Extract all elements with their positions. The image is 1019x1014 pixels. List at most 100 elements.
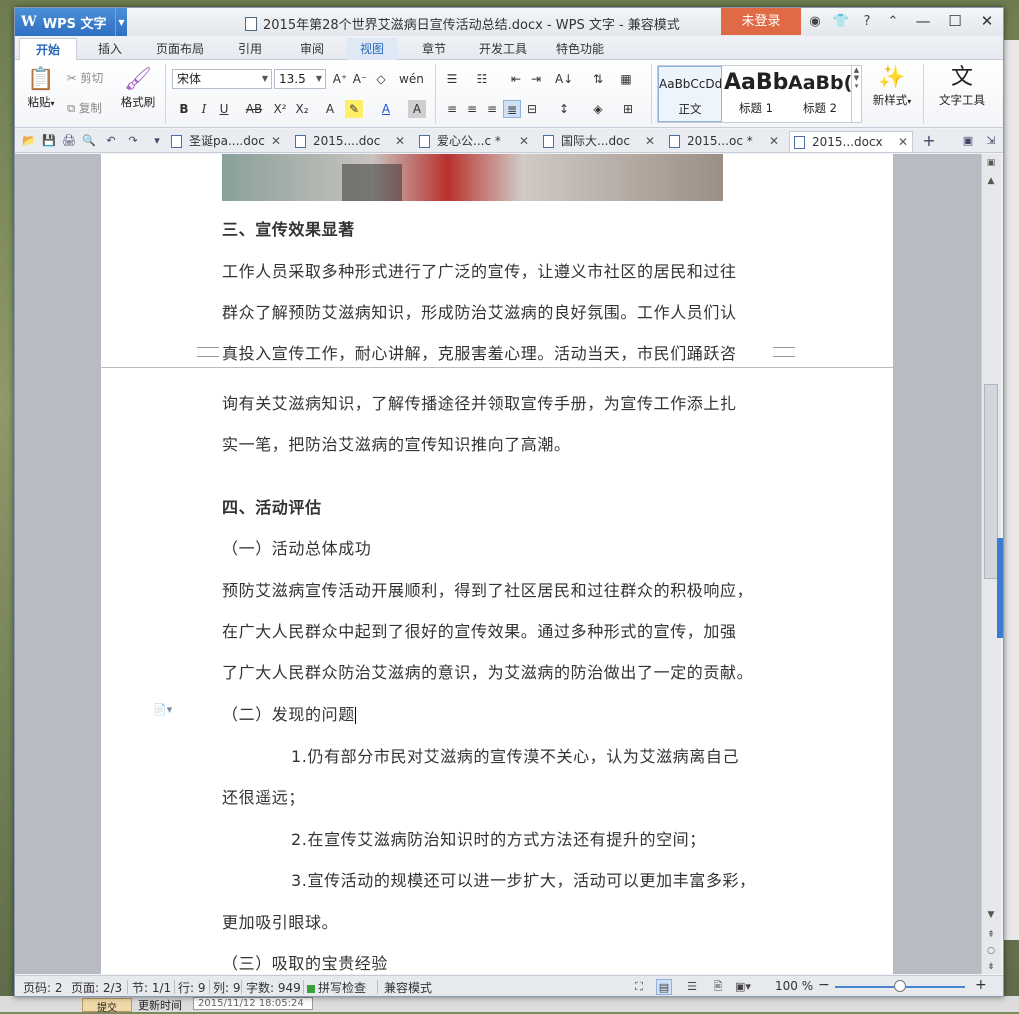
clear-format-icon[interactable]: ◇ xyxy=(372,70,390,88)
outline-view-icon[interactable]: ☰ xyxy=(684,979,700,995)
open-icon[interactable]: 📂 xyxy=(21,133,37,149)
align-right-icon[interactable]: ≡ xyxy=(483,100,501,118)
document-canvas[interactable]: 三、宣传效果显著 工作人员采取多种形式进行了广泛的宣传，让遵义市社区的居民和过往… xyxy=(15,154,985,974)
doc-tab[interactable]: 爱心公...c * ✕ xyxy=(415,131,533,152)
tab-references[interactable]: 引用 xyxy=(225,38,275,60)
status-word-count[interactable]: 字数: 949 xyxy=(246,979,301,996)
copy-button[interactable]: ⧉ 复制 xyxy=(67,100,117,116)
format-painter-button[interactable]: 🖌 格式刷 xyxy=(117,66,159,110)
scroll-up-icon[interactable]: ▲ xyxy=(982,174,1000,188)
spell-check-status[interactable]: 拼写检查 xyxy=(307,979,366,996)
split-view-icon[interactable]: ▣ xyxy=(982,156,1000,170)
scrollbar-thumb[interactable] xyxy=(984,384,998,579)
previous-page-icon[interactable]: ⇞ xyxy=(982,928,1000,942)
tab-insert[interactable]: 插入 xyxy=(85,38,135,60)
tab-chapter[interactable]: 章节 xyxy=(409,38,459,60)
page-view-icon[interactable]: ▤ xyxy=(656,979,672,995)
status-page-code[interactable]: 页码: 2 xyxy=(23,979,63,996)
select-browse-object-icon[interactable]: ○ xyxy=(982,944,1000,958)
style-gallery-scroll[interactable]: ▲ ▼ ▾ xyxy=(851,66,861,122)
doc-tab-active[interactable]: 2015...docx ✕ xyxy=(789,131,913,152)
save-icon[interactable]: 💾 xyxy=(41,133,57,149)
align-left-icon[interactable]: ≡ xyxy=(443,100,461,118)
text-direction-icon[interactable]: A↓ xyxy=(555,70,573,88)
print-preview-icon[interactable]: 🔍 xyxy=(81,133,97,149)
bullet-list-icon[interactable]: ☰ xyxy=(443,70,461,88)
cut-button[interactable]: ✂ 剪切 xyxy=(67,70,117,86)
status-page[interactable]: 页面: 2/3 xyxy=(71,979,122,996)
status-row[interactable]: 行: 9 xyxy=(178,979,206,996)
numbered-list-icon[interactable]: ☷ xyxy=(473,70,491,88)
skin-icon[interactable]: ◉ xyxy=(805,12,825,32)
distributed-icon[interactable]: ⊟ xyxy=(523,100,541,118)
close-icon[interactable]: ✕ xyxy=(271,131,281,152)
style-normal[interactable]: AaBbCcDd 正文 xyxy=(658,66,722,122)
reading-view-icon[interactable]: ▣▾ xyxy=(735,979,751,995)
full-screen-view-icon[interactable]: ⛶ xyxy=(631,979,647,995)
font-size-combo[interactable]: 13.5 ▼ xyxy=(274,69,326,89)
tab-developer[interactable]: 开发工具 xyxy=(469,38,537,60)
tab-view[interactable]: 视图 xyxy=(347,38,397,60)
close-icon[interactable]: ✕ xyxy=(519,131,529,152)
maximize-icon[interactable]: ☐ xyxy=(939,8,971,35)
grow-font-icon[interactable]: A⁺ xyxy=(331,70,349,88)
sort-icon[interactable]: ⇅ xyxy=(589,70,607,88)
close-icon[interactable]: ✕ xyxy=(898,132,908,153)
undo-icon[interactable]: ↶ xyxy=(103,133,119,149)
print-icon[interactable]: 🖨 xyxy=(61,133,77,149)
justify-icon[interactable]: ≣ xyxy=(503,100,521,118)
help-icon[interactable]: ? xyxy=(857,12,877,32)
doc-tab[interactable]: 国际大...doc ✕ xyxy=(539,131,659,152)
tab-page-layout[interactable]: 页面布局 xyxy=(145,38,215,60)
status-column[interactable]: 列: 9 xyxy=(213,979,241,996)
paste-button[interactable]: 📋 粘贴▾ xyxy=(21,66,61,110)
status-section[interactable]: 节: 1/1 xyxy=(132,979,171,996)
shirt-icon[interactable]: 👕 xyxy=(831,12,851,32)
zoom-slider-knob[interactable] xyxy=(894,980,906,992)
shrink-font-icon[interactable]: A⁻ xyxy=(351,70,369,88)
customize-toolbar-icon[interactable]: ▾ xyxy=(149,133,165,149)
minimize-icon[interactable]: — xyxy=(907,8,939,35)
zoom-in-icon[interactable]: + xyxy=(975,977,987,993)
login-button[interactable]: 未登录 xyxy=(721,8,801,35)
redo-icon[interactable]: ↷ xyxy=(125,133,141,149)
line-spacing-icon[interactable]: ↕ xyxy=(555,100,573,118)
paragraph-options-icon[interactable]: 📄▾ xyxy=(153,703,173,717)
borders-icon[interactable]: ⊞ xyxy=(619,100,637,118)
chevron-down-icon[interactable]: ▼ xyxy=(115,8,127,36)
close-icon[interactable]: ✕ xyxy=(395,131,405,152)
close-icon[interactable]: ✕ xyxy=(971,8,1003,35)
page-1[interactable]: 三、宣传效果显著 工作人员采取多种形式进行了广泛的宣传，让遵义市社区的居民和过往… xyxy=(101,154,893,367)
decrease-indent-icon[interactable]: ⇤ xyxy=(507,70,525,88)
effects-icon[interactable]: A xyxy=(321,100,339,118)
doc-tab[interactable]: 2015....doc ✕ xyxy=(291,131,409,152)
tab-list-icon[interactable]: ▣ xyxy=(960,133,976,149)
web-view-icon[interactable]: 🖹 xyxy=(710,979,726,995)
style-heading-2[interactable]: AaBb( 标题 2 xyxy=(788,66,852,122)
doc-tab[interactable]: 圣诞pa....doc ✕ xyxy=(167,131,285,152)
new-tab-icon[interactable]: + xyxy=(921,133,937,149)
style-heading-1[interactable]: AaBb 标题 1 xyxy=(724,66,788,122)
table-icon[interactable]: ▦ xyxy=(617,70,635,88)
tab-home[interactable]: 开始 xyxy=(19,38,77,60)
align-center-icon[interactable]: ≡ xyxy=(463,100,481,118)
background-submit-tab[interactable]: 提交 xyxy=(82,998,132,1014)
phonetic-guide-icon[interactable]: wén xyxy=(399,70,424,88)
zoom-out-icon[interactable]: − xyxy=(818,977,830,993)
page-2[interactable]: 询有关艾滋病知识，了解传播途径并领取宣传手册，为宣传工作添上扎 实一笔，把防治艾… xyxy=(101,368,893,974)
strikethrough-icon[interactable]: AB xyxy=(243,100,265,118)
scroll-down-icon[interactable]: ▼ xyxy=(982,908,1000,922)
text-tools-button[interactable]: 文 文字工具 xyxy=(933,64,991,108)
collapse-ribbon-icon[interactable]: ⌃ xyxy=(883,12,903,32)
superscript-icon[interactable]: X² xyxy=(271,100,289,118)
close-icon[interactable]: ✕ xyxy=(769,131,779,152)
new-style-button[interactable]: ✨ 新样式▾ xyxy=(867,64,917,108)
next-page-icon[interactable]: ⇟ xyxy=(982,960,1000,974)
app-menu-button[interactable]: W WPS 文字 ▼ xyxy=(15,8,127,36)
document-photo[interactable] xyxy=(222,154,723,201)
font-name-combo[interactable]: 宋体 ▼ xyxy=(172,69,272,89)
italic-icon[interactable]: I xyxy=(195,100,213,118)
zoom-level[interactable]: 100 % xyxy=(775,979,813,993)
highlight-icon[interactable]: ✎ xyxy=(345,100,363,118)
doc-tab[interactable]: 2015...oc * ✕ xyxy=(665,131,783,152)
